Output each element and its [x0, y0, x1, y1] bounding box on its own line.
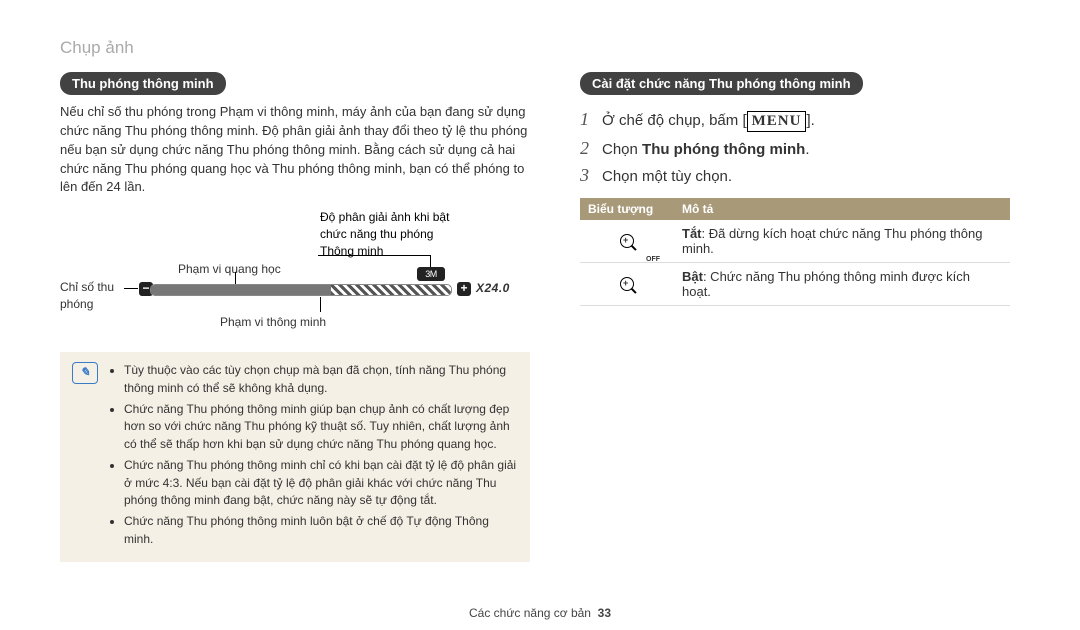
zoom-in-icon: +: [457, 282, 471, 296]
zoom-bar: [150, 284, 452, 296]
table-header-desc: Mô tả: [674, 198, 1010, 220]
magnifier-on-icon: [580, 263, 674, 306]
note-item: Tùy thuộc vào các tùy chọn chụp mà bạn đ…: [124, 362, 518, 397]
page-number: 33: [598, 606, 611, 620]
option-name: Tắt: [682, 226, 702, 241]
table-header-icon: Biểu tượng: [580, 198, 674, 220]
step-number: 1: [580, 109, 602, 130]
option-desc: : Đã dừng kích hoạt chức năng Thu phóng …: [682, 226, 982, 256]
resolution-badge: 3M: [417, 267, 445, 281]
zoom-diagram: Chỉ số thu phóng Phạm vi quang học Độ ph…: [60, 209, 530, 344]
step-bold: Thu phóng thông minh: [642, 141, 805, 158]
table-row: OFF Tắt: Đã dừng kích hoạt chức năng Thu…: [580, 220, 1010, 263]
notes-box: ✎ Tùy thuộc vào các tùy chọn chụp mà bạn…: [60, 352, 530, 562]
table-row: Bật: Chức năng Thu phóng thông minh được…: [580, 263, 1010, 306]
option-desc: : Chức năng Thu phóng thông minh được kí…: [682, 269, 970, 299]
steps-list: 1 Ở chế độ chụp, bấm [MENU]. 2 Chọn Thu …: [580, 109, 1010, 186]
page-footer: Các chức năng cơ bản 33: [60, 586, 1020, 620]
left-heading-pill: Thu phóng thông minh: [60, 72, 226, 95]
step-item: 2 Chọn Thu phóng thông minh.: [580, 138, 1010, 159]
option-name: Bật: [682, 269, 703, 284]
two-column-layout: Thu phóng thông minh Nếu chỉ số thu phón…: [60, 72, 1020, 562]
footer-label: Các chức năng cơ bản: [469, 606, 591, 620]
step-item: 1 Ở chế độ chụp, bấm [MENU].: [580, 109, 1010, 132]
left-column: Thu phóng thông minh Nếu chỉ số thu phón…: [60, 72, 530, 562]
label-resolution-note: Độ phân giải ảnh khi bật chức năng thu p…: [320, 209, 450, 259]
note-icon: ✎: [72, 362, 98, 384]
note-item: Chức năng Thu phóng thông minh luôn bật …: [124, 513, 518, 548]
step-number: 3: [580, 165, 602, 186]
zoom-level-text: X24.0: [476, 281, 510, 295]
right-heading-pill: Cài đặt chức năng Thu phóng thông minh: [580, 72, 863, 95]
step-text: .: [805, 141, 809, 158]
note-item: Chức năng Thu phóng thông minh chỉ có kh…: [124, 457, 518, 509]
step-number: 2: [580, 138, 602, 159]
menu-button-label: MENU: [747, 111, 807, 132]
right-column: Cài đặt chức năng Thu phóng thông minh 1…: [580, 72, 1010, 562]
left-paragraph: Nếu chỉ số thu phóng trong Phạm vi thông…: [60, 103, 530, 197]
step-text: Ở chế độ chụp, bấm [: [602, 112, 747, 129]
label-smart-range: Phạm vi thông minh: [220, 314, 326, 331]
step-text: Chọn: [602, 141, 642, 158]
label-zoom-indicator: Chỉ số thu phóng: [60, 279, 135, 313]
section-title: Chụp ảnh: [60, 38, 1020, 58]
label-optical-range: Phạm vi quang học: [178, 261, 281, 278]
step-text: Chọn một tùy chọn.: [602, 168, 732, 185]
magnifier-off-icon: OFF: [580, 220, 674, 263]
step-item: 3 Chọn một tùy chọn.: [580, 165, 1010, 186]
note-item: Chức năng Thu phóng thông minh giúp bạn …: [124, 401, 518, 453]
step-text: ].: [806, 112, 814, 129]
options-table: Biểu tượng Mô tả OFF Tắt: Đã dừng kích h…: [580, 198, 1010, 306]
